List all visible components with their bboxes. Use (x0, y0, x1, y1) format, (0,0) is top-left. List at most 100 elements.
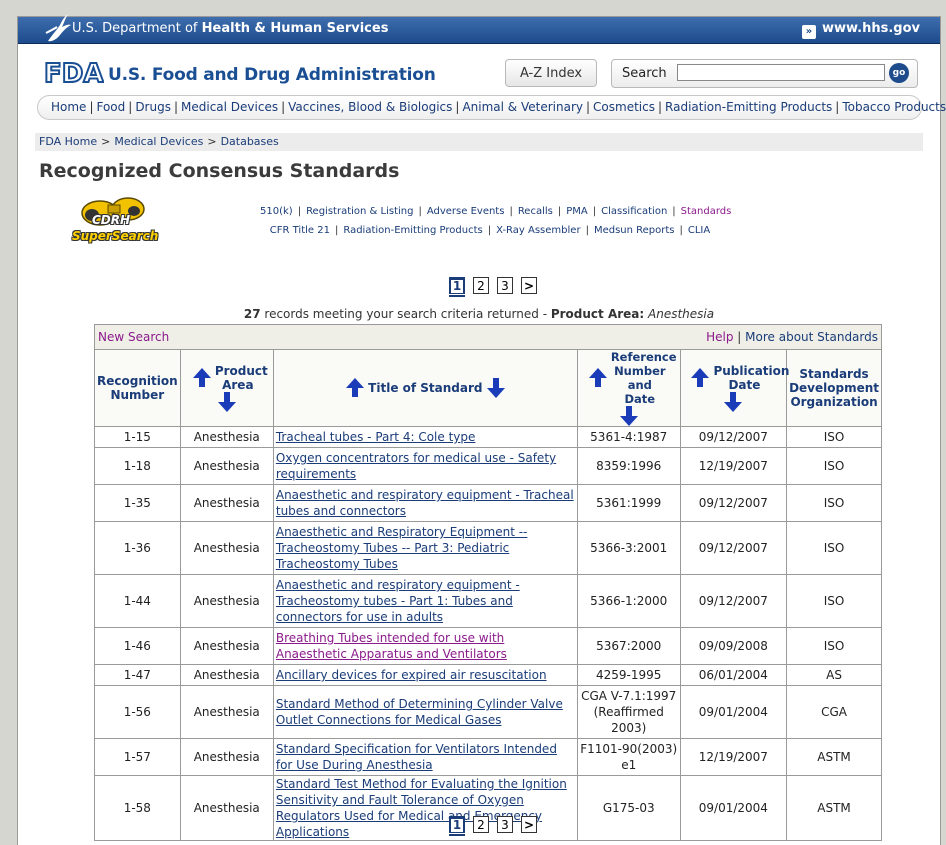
cdrh-link[interactable]: Recalls (518, 206, 553, 217)
cell-reference: 5367:2000 (576, 627, 681, 665)
cdrh-link[interactable]: Radiation-Emitting Products (343, 225, 482, 236)
cdrh-link[interactable]: Adverse Events (427, 206, 505, 217)
table-row: 1-18 Anesthesia Oxygen concentrators for m… (94, 447, 882, 485)
page-3-button[interactable]: 3 (497, 816, 513, 833)
next-page-button[interactable]: > (521, 816, 537, 833)
pager-underline (449, 834, 465, 836)
cell-publication-date: 09/01/2004 (679, 685, 788, 739)
more-about-standards-link[interactable]: More about Standards (745, 330, 878, 344)
cell-reference: F1101-90(2003) e1 (576, 738, 681, 776)
cell-publication-date: 12/19/2007 (679, 738, 788, 776)
help-link[interactable]: Help (706, 330, 733, 344)
pager-bottom: 1 2 3 > (449, 816, 539, 836)
breadcrumb-link[interactable]: Medical Devices (114, 135, 203, 148)
table-row: 1-35 Anesthesia Anaesthetic and respirator… (94, 484, 882, 522)
cell-title-link[interactable]: Standard Method of Determining Cylinder … (272, 685, 578, 739)
cdrh-link[interactable]: Standards (681, 206, 732, 217)
top-nav: Home | Food | Drugs | Medical Devices | Vaccines… (37, 95, 946, 120)
pager-top: 1 2 3 > (449, 277, 539, 297)
records-summary: 27 records meeting your search criteria … (243, 307, 715, 321)
cell-recognition-number: 1-56 (94, 685, 181, 739)
cell-title-link[interactable]: Breathing Tubes intended for use with An… (272, 627, 578, 665)
cell-publication-date: 09/01/2004 (679, 775, 788, 841)
cell-title-link[interactable]: Standard Specification for Ventilators I… (272, 738, 578, 776)
search-input[interactable] (677, 64, 885, 81)
cdrh-link[interactable]: Registration & Listing (306, 206, 413, 217)
cdrh-link[interactable]: Medsun Reports (594, 225, 675, 236)
link-separator: | (592, 206, 597, 217)
nav-item[interactable]: Drugs (132, 100, 174, 114)
cell-title-link[interactable]: Tracheal tubes - Part 4: Cole type (272, 426, 578, 448)
cell-product-area: Anesthesia (179, 738, 274, 776)
sort-down-arrow-icon[interactable] (217, 392, 236, 412)
cell-reference: 5361:1999 (576, 484, 681, 522)
supersearch-text: SuperSearch (72, 229, 159, 243)
page-1-button[interactable]: 1 (449, 816, 465, 833)
nav-item[interactable]: Tobacco Products (839, 100, 946, 114)
col-recognition-number[interactable]: Recognition Number (94, 349, 181, 427)
nav-item[interactable]: Medical Devices (178, 100, 281, 114)
page-2-button[interactable]: 2 (473, 277, 489, 294)
cdrh-text: CDRH (92, 213, 131, 227)
nav-item[interactable]: Cosmetics (590, 100, 658, 114)
cell-title-link[interactable]: Anaesthetic and Respiratory Equipment --… (272, 521, 578, 575)
page: U.S. Department of Health & Human Servic… (17, 14, 946, 845)
cdrh-link[interactable]: 510(k) (260, 206, 293, 217)
sort-up-arrow-icon[interactable] (588, 368, 607, 387)
cell-title-link[interactable]: Oxygen concentrators for medical use - S… (272, 447, 578, 485)
hhs-link[interactable]: » www.hhs.gov (801, 21, 920, 39)
link-separator: | (557, 206, 562, 217)
cell-publication-date: 09/12/2007 (679, 521, 788, 575)
link-separator: | (418, 206, 422, 217)
table-row: 1-15 Anesthesia Tracheal tubes - Part 4: C… (94, 426, 882, 448)
nav-item[interactable]: Home (48, 100, 89, 114)
new-search-link[interactable]: New Search (98, 330, 169, 344)
pager-underline (449, 295, 465, 297)
cell-sdo: CGA (786, 685, 882, 739)
go-button[interactable]: go (889, 63, 909, 83)
page-1-button[interactable]: 1 (449, 277, 465, 294)
cell-product-area: Anesthesia (179, 574, 274, 628)
cdrh-link[interactable]: Classification (601, 206, 667, 217)
nav-item[interactable]: Vaccines, Blood & Biologics (285, 100, 455, 114)
cdrh-link[interactable]: CLIA (688, 225, 710, 236)
standards-table: New Search Help | More about Standards R… (94, 324, 882, 841)
link-separator: | (672, 206, 676, 217)
nav-item[interactable]: Animal & Veterinary (459, 100, 586, 114)
hhs-title[interactable]: U.S. Department of Health & Human Servic… (72, 21, 388, 36)
cell-title-link[interactable]: Anaesthetic and respiratory equipment - … (272, 484, 578, 522)
fda-agency-name[interactable]: U.S. Food and Drug Administration (108, 65, 436, 85)
page-title: Recognized Consensus Standards (39, 160, 400, 182)
cell-recognition-number: 1-44 (94, 574, 181, 628)
sort-up-arrow-icon[interactable] (192, 368, 211, 387)
cdrh-link[interactable]: X-Ray Assembler (496, 225, 580, 236)
sort-up-arrow-icon[interactable] (345, 378, 364, 397)
page-2-button[interactable]: 2 (473, 816, 489, 833)
sort-down-arrow-icon[interactable] (486, 378, 505, 398)
cdrh-link[interactable]: CFR Title 21 (270, 225, 330, 236)
cell-reference: 4259-1995 (576, 664, 681, 686)
breadcrumb-link[interactable]: FDA Home (39, 135, 97, 148)
sort-down-arrow-icon[interactable] (724, 392, 743, 412)
cell-publication-date: 09/12/2007 (679, 574, 788, 628)
sort-down-arrow-icon[interactable] (619, 406, 638, 426)
link-separator: | (679, 225, 683, 236)
cell-publication-date: 12/19/2007 (679, 447, 788, 485)
nav-item[interactable]: Food (93, 100, 128, 114)
cdrh-link[interactable]: PMA (566, 206, 588, 217)
col-title: Title of Standard (272, 349, 578, 427)
az-index-button[interactable]: A-Z Index (505, 59, 597, 87)
svg-text:FDA: FDA (44, 59, 103, 85)
page-3-button[interactable]: 3 (497, 277, 513, 294)
fda-logo[interactable]: FDA (44, 57, 104, 85)
cell-title-link[interactable]: Ancillary devices for expired air resusc… (272, 664, 578, 686)
table-row: 1-56 Anesthesia Standard Method of Determi… (94, 685, 882, 739)
cell-sdo: ISO (786, 484, 882, 522)
table-header-row: Recognition Number Product Area Title of… (94, 349, 882, 427)
sort-up-arrow-icon[interactable] (691, 368, 710, 387)
breadcrumb-link[interactable]: Databases (221, 135, 279, 148)
next-page-button[interactable]: > (521, 277, 537, 294)
cell-title-link[interactable]: Anaesthetic and respiratory equipment - … (272, 574, 578, 628)
nav-item[interactable]: Radiation-Emitting Products (662, 100, 835, 114)
hhs-eagle-icon (45, 14, 71, 42)
